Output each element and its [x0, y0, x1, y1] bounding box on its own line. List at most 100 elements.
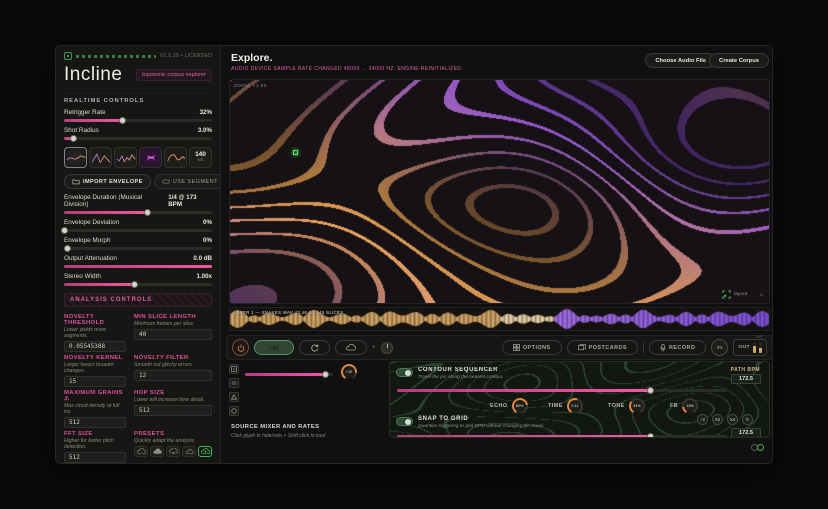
- field-input[interactable]: 12: [134, 370, 212, 381]
- field-desc: Smooth out glitchy errors.: [134, 362, 212, 368]
- slider-label: Envelope Morph: [64, 237, 111, 244]
- cloud-small-icon: [185, 448, 194, 455]
- realtime-controls-header: REALTIME CONTROLS: [64, 93, 212, 104]
- waveform-label: LAYER 1 — SNAKES.WAV 43.46 S | 145 SLICE…: [234, 310, 344, 315]
- preset-cloud-down-button[interactable]: [166, 446, 180, 457]
- snap-bpm-value[interactable]: 172.5: [731, 428, 761, 438]
- slider-label: Output Attenuation: [64, 255, 117, 262]
- preset-row: [134, 446, 212, 457]
- mixer-source-triangle-button[interactable]: [229, 392, 239, 402]
- freeze-cloud-button[interactable]: [335, 340, 367, 355]
- times-2-button[interactable]: X2: [712, 414, 723, 425]
- layout-chip[interactable]: layout: [722, 290, 747, 299]
- field-label: MIN SLICE LENGTH: [134, 314, 212, 320]
- field-input[interactable]: 512: [64, 452, 126, 463]
- slider-track[interactable]: [397, 389, 727, 392]
- field-label: NOVELTY FILTER: [134, 355, 212, 361]
- slider-knob[interactable]: [131, 281, 138, 288]
- mixer-source-square-button[interactable]: [229, 364, 239, 374]
- power-button[interactable]: [232, 339, 249, 356]
- rate-knob[interactable]: +10: [341, 364, 357, 380]
- slider-value: 1.00x: [197, 273, 212, 280]
- grid-icon: [513, 344, 520, 351]
- contour-map-canvas[interactable]: [230, 80, 770, 304]
- maximum-grains-field: MAXIMUM GRAINS ⚠ Max cloud density at fu…: [64, 390, 126, 428]
- loop-icon: [310, 343, 319, 352]
- square-target-icon: [231, 366, 237, 372]
- trigger-button[interactable]: [254, 340, 294, 355]
- contour-sequencer-toggle[interactable]: [396, 368, 413, 377]
- import-envelope-button[interactable]: IMPORT ENVELOPE: [64, 174, 151, 189]
- options-button[interactable]: OPTIONS: [502, 340, 562, 355]
- slider-knob[interactable]: [61, 227, 68, 234]
- slider-knob[interactable]: [64, 245, 71, 252]
- preset-cloud-small-button[interactable]: [182, 446, 196, 457]
- field-input[interactable]: 512: [134, 405, 212, 416]
- collapse-chevron-icon[interactable]: ^: [760, 294, 763, 300]
- field-input[interactable]: 0.05545388: [64, 341, 126, 352]
- record-label: RECORD: [669, 345, 695, 351]
- slider-track[interactable]: [64, 283, 212, 286]
- create-corpus-button[interactable]: Create Corpus: [709, 53, 769, 68]
- field-input[interactable]: 512: [64, 417, 126, 428]
- sidebar: V1.0.25 • LICENSED Incline toposonic cor…: [56, 46, 221, 464]
- envelope-duration-ms-button[interactable]: 140MS: [189, 147, 212, 168]
- postcards-button[interactable]: POSTCARDS: [567, 340, 638, 355]
- envelope-shape-squiggle-button[interactable]: [164, 147, 187, 168]
- envelope-shape-burst-button[interactable]: [139, 147, 162, 168]
- envelope-shape-hill-button[interactable]: [64, 147, 87, 168]
- slider-track[interactable]: [397, 435, 727, 438]
- input-gain-knob[interactable]: 0%: [711, 339, 728, 356]
- slider-knob[interactable]: [322, 371, 329, 378]
- meter-right: [759, 342, 762, 353]
- path-bpm-value[interactable]: 172.5: [731, 374, 761, 384]
- slider-track[interactable]: [64, 265, 212, 268]
- snap-slider: [397, 432, 727, 438]
- preset-cloud-sparkle-button[interactable]: [198, 446, 212, 457]
- record-button[interactable]: RECORD: [649, 340, 706, 355]
- mixer-source-wave-button[interactable]: [229, 378, 239, 388]
- reset-cycle-button[interactable]: ↻: [742, 414, 753, 425]
- choose-audio-file-button[interactable]: Choose Audio File: [645, 53, 716, 68]
- slider-knob[interactable]: [119, 117, 126, 124]
- slider-knob[interactable]: [144, 209, 151, 216]
- use-segment-duration-button[interactable]: USE SEGMENT DURATION: [154, 174, 221, 189]
- mixer-source-circle-button[interactable]: [229, 406, 239, 416]
- envelope-shape-zigzag-button[interactable]: [114, 147, 137, 168]
- pin-marker[interactable]: [293, 150, 298, 155]
- slider-label: Stereo Width: [64, 273, 101, 280]
- envelope-shape-mountain-button[interactable]: [89, 147, 112, 168]
- slider-track[interactable]: [64, 119, 212, 122]
- slider-track[interactable]: [64, 137, 212, 140]
- slider-knob[interactable]: [647, 433, 654, 438]
- slider-value: 0.0 dB: [193, 255, 212, 262]
- title-row: Incline toposonic corpus explorer: [64, 64, 212, 86]
- circle-icon: [231, 408, 237, 414]
- slider-track[interactable]: [245, 373, 333, 376]
- snap-to-grid-toggle[interactable]: [396, 417, 413, 426]
- preset-cloud-filled-button[interactable]: [150, 446, 164, 457]
- divide-2-button[interactable]: ÷2: [697, 414, 708, 425]
- slider-track[interactable]: [64, 211, 212, 214]
- slider-track[interactable]: [64, 247, 212, 250]
- echo-knob[interactable]: 80%: [512, 398, 528, 414]
- field-input[interactable]: 40: [134, 329, 212, 340]
- slider-value: 1/4 @ 173 BPM: [168, 194, 212, 208]
- fb-knob[interactable]: 18%: [682, 398, 698, 414]
- loop-button[interactable]: [299, 340, 330, 355]
- times-4-button[interactable]: X4: [727, 414, 738, 425]
- cloud-filled-icon: [153, 448, 162, 455]
- field-label: MAXIMUM GRAINS ⚠: [64, 390, 126, 402]
- sequencer-subtitle: Travel the pin along the nearest contour…: [418, 375, 504, 380]
- slider-knob[interactable]: [70, 135, 77, 142]
- field-input[interactable]: 15: [64, 376, 126, 387]
- out-label: OUT: [738, 345, 750, 350]
- field-desc: Quickly adapt the analysis: [134, 438, 212, 444]
- field-label: NOVELTY KERNEL: [64, 355, 126, 361]
- preset-cloud-outline-button[interactable]: [134, 446, 148, 457]
- tone-knob[interactable]: 34%: [629, 398, 645, 414]
- mini-knob[interactable]: [381, 342, 393, 354]
- slider-track[interactable]: [64, 229, 212, 232]
- time-knob[interactable]: 0.11: [567, 398, 583, 414]
- slider-label: Shot Radius: [64, 127, 99, 134]
